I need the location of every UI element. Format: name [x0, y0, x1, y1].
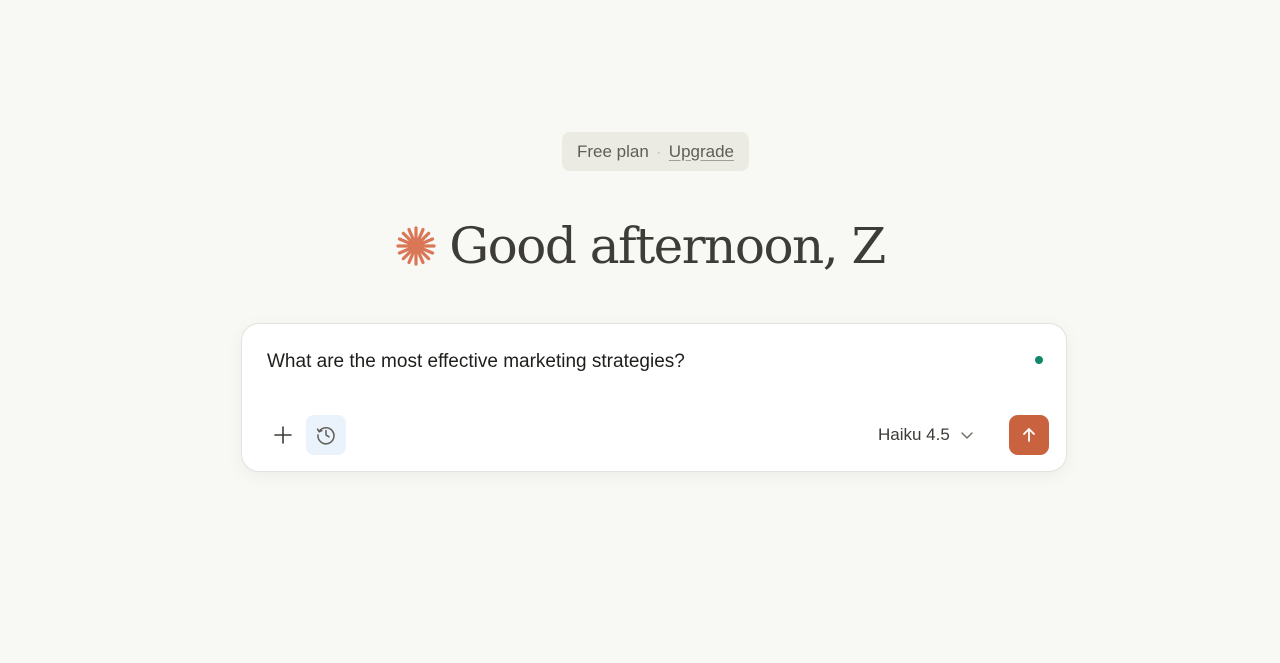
plan-badge: Free plan · Upgrade: [562, 132, 749, 171]
greeting-title: Good afternoon, Z: [449, 217, 886, 275]
plan-separator: ·: [656, 144, 661, 159]
plus-icon: [274, 426, 292, 444]
add-button[interactable]: [264, 416, 302, 454]
status-dot: [1035, 356, 1043, 364]
clock-history-icon: [316, 427, 335, 445]
chat-composer: What are the most effective marketing st…: [241, 323, 1067, 472]
model-label: Haiku 4.5: [878, 425, 950, 444]
spark-icon: [396, 226, 436, 266]
history-button[interactable]: [306, 415, 346, 455]
upgrade-link[interactable]: Upgrade: [669, 142, 734, 162]
greeting: Good afternoon, Z: [0, 214, 1280, 278]
model-selector[interactable]: Haiku 4.5: [878, 416, 974, 454]
send-button[interactable]: [1009, 415, 1049, 455]
new-chat-page: Free plan · Upgrade Good afternoon, Z Wh…: [0, 0, 1280, 663]
prompt-input[interactable]: What are the most effective marketing st…: [267, 351, 685, 373]
plan-label: Free plan: [576, 141, 649, 161]
arrow-up-icon: [1023, 428, 1035, 442]
chevron-down-icon: [961, 432, 973, 439]
